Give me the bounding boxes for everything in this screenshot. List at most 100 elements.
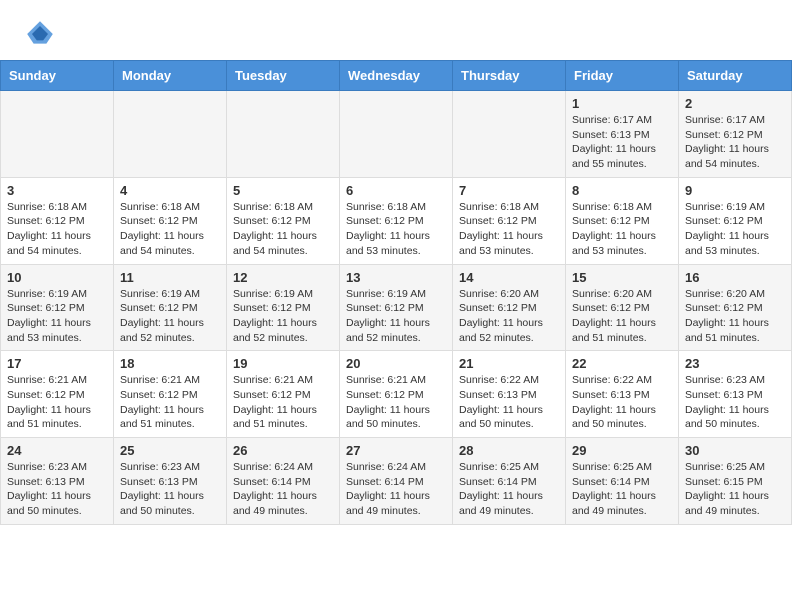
day-header-wednesday: Wednesday bbox=[340, 61, 453, 91]
day-info: Sunrise: 6:18 AM Sunset: 6:12 PM Dayligh… bbox=[572, 200, 672, 259]
calendar-cell: 10 Sunrise: 6:19 AM Sunset: 6:12 PM Dayli… bbox=[1, 264, 114, 351]
day-info: Sunrise: 6:21 AM Sunset: 6:12 PM Dayligh… bbox=[233, 373, 333, 432]
day-number: 27 bbox=[346, 443, 446, 458]
day-number: 13 bbox=[346, 270, 446, 285]
day-info: Sunrise: 6:19 AM Sunset: 6:12 PM Dayligh… bbox=[233, 287, 333, 346]
calendar-cell: 14 Sunrise: 6:20 AM Sunset: 6:12 PM Dayli… bbox=[453, 264, 566, 351]
day-info: Sunrise: 6:21 AM Sunset: 6:12 PM Dayligh… bbox=[7, 373, 107, 432]
day-info: Sunrise: 6:18 AM Sunset: 6:12 PM Dayligh… bbox=[459, 200, 559, 259]
day-header-sunday: Sunday bbox=[1, 61, 114, 91]
calendar-cell bbox=[114, 91, 227, 178]
calendar-cell: 21 Sunrise: 6:22 AM Sunset: 6:13 PM Dayli… bbox=[453, 351, 566, 438]
day-info: Sunrise: 6:24 AM Sunset: 6:14 PM Dayligh… bbox=[233, 460, 333, 519]
calendar-week-row: 10 Sunrise: 6:19 AM Sunset: 6:12 PM Dayli… bbox=[1, 264, 792, 351]
calendar-cell: 12 Sunrise: 6:19 AM Sunset: 6:12 PM Dayli… bbox=[227, 264, 340, 351]
day-header-thursday: Thursday bbox=[453, 61, 566, 91]
day-info: Sunrise: 6:21 AM Sunset: 6:12 PM Dayligh… bbox=[120, 373, 220, 432]
day-info: Sunrise: 6:22 AM Sunset: 6:13 PM Dayligh… bbox=[459, 373, 559, 432]
day-number: 3 bbox=[7, 183, 107, 198]
day-number: 20 bbox=[346, 356, 446, 371]
calendar-header-row: SundayMondayTuesdayWednesdayThursdayFrid… bbox=[1, 61, 792, 91]
calendar-cell: 26 Sunrise: 6:24 AM Sunset: 6:14 PM Dayli… bbox=[227, 438, 340, 525]
day-info: Sunrise: 6:20 AM Sunset: 6:12 PM Dayligh… bbox=[459, 287, 559, 346]
day-header-monday: Monday bbox=[114, 61, 227, 91]
calendar-cell: 24 Sunrise: 6:23 AM Sunset: 6:13 PM Dayli… bbox=[1, 438, 114, 525]
calendar-cell: 5 Sunrise: 6:18 AM Sunset: 6:12 PM Daylig… bbox=[227, 177, 340, 264]
day-info: Sunrise: 6:17 AM Sunset: 6:12 PM Dayligh… bbox=[685, 113, 785, 172]
calendar-table: SundayMondayTuesdayWednesdayThursdayFrid… bbox=[0, 60, 792, 525]
calendar-cell: 28 Sunrise: 6:25 AM Sunset: 6:14 PM Dayli… bbox=[453, 438, 566, 525]
day-number: 16 bbox=[685, 270, 785, 285]
day-number: 23 bbox=[685, 356, 785, 371]
day-info: Sunrise: 6:23 AM Sunset: 6:13 PM Dayligh… bbox=[7, 460, 107, 519]
day-number: 24 bbox=[7, 443, 107, 458]
calendar-cell: 29 Sunrise: 6:25 AM Sunset: 6:14 PM Dayli… bbox=[566, 438, 679, 525]
day-number: 21 bbox=[459, 356, 559, 371]
day-info: Sunrise: 6:19 AM Sunset: 6:12 PM Dayligh… bbox=[7, 287, 107, 346]
calendar-cell: 20 Sunrise: 6:21 AM Sunset: 6:12 PM Dayli… bbox=[340, 351, 453, 438]
day-number: 17 bbox=[7, 356, 107, 371]
day-header-friday: Friday bbox=[566, 61, 679, 91]
day-info: Sunrise: 6:22 AM Sunset: 6:13 PM Dayligh… bbox=[572, 373, 672, 432]
day-number: 29 bbox=[572, 443, 672, 458]
calendar-cell: 11Sunrise: 6:19 AM Sunset: 6:12 PM Dayli… bbox=[114, 264, 227, 351]
calendar-cell: 6 Sunrise: 6:18 AM Sunset: 6:12 PM Daylig… bbox=[340, 177, 453, 264]
calendar-cell: 9 Sunrise: 6:19 AM Sunset: 6:12 PM Daylig… bbox=[679, 177, 792, 264]
day-info: Sunrise: 6:18 AM Sunset: 6:12 PM Dayligh… bbox=[233, 200, 333, 259]
day-number: 14 bbox=[459, 270, 559, 285]
day-number: 28 bbox=[459, 443, 559, 458]
calendar-cell bbox=[453, 91, 566, 178]
calendar-cell: 30 Sunrise: 6:25 AM Sunset: 6:15 PM Dayli… bbox=[679, 438, 792, 525]
calendar-cell: 27Sunrise: 6:24 AM Sunset: 6:14 PM Dayli… bbox=[340, 438, 453, 525]
calendar-cell: 19 Sunrise: 6:21 AM Sunset: 6:12 PM Dayli… bbox=[227, 351, 340, 438]
day-number: 12 bbox=[233, 270, 333, 285]
day-number: 19 bbox=[233, 356, 333, 371]
day-info: Sunrise: 6:18 AM Sunset: 6:12 PM Dayligh… bbox=[120, 200, 220, 259]
day-info: Sunrise: 6:25 AM Sunset: 6:15 PM Dayligh… bbox=[685, 460, 785, 519]
day-number: 9 bbox=[685, 183, 785, 198]
day-info: Sunrise: 6:19 AM Sunset: 6:12 PM Dayligh… bbox=[346, 287, 446, 346]
day-info: Sunrise: 6:20 AM Sunset: 6:12 PM Dayligh… bbox=[685, 287, 785, 346]
day-number: 7 bbox=[459, 183, 559, 198]
calendar-cell: 2Sunrise: 6:17 AM Sunset: 6:12 PM Daylig… bbox=[679, 91, 792, 178]
calendar-cell bbox=[1, 91, 114, 178]
calendar-cell: 13 Sunrise: 6:19 AM Sunset: 6:12 PM Dayli… bbox=[340, 264, 453, 351]
calendar-week-row: 17 Sunrise: 6:21 AM Sunset: 6:12 PM Dayli… bbox=[1, 351, 792, 438]
day-info: Sunrise: 6:23 AM Sunset: 6:13 PM Dayligh… bbox=[685, 373, 785, 432]
calendar-cell: 23 Sunrise: 6:23 AM Sunset: 6:13 PM Dayli… bbox=[679, 351, 792, 438]
logo-icon bbox=[24, 18, 56, 50]
day-info: Sunrise: 6:25 AM Sunset: 6:14 PM Dayligh… bbox=[459, 460, 559, 519]
calendar-cell: 7 Sunrise: 6:18 AM Sunset: 6:12 PM Daylig… bbox=[453, 177, 566, 264]
day-number: 15 bbox=[572, 270, 672, 285]
day-number: 5 bbox=[233, 183, 333, 198]
calendar-week-row: 24 Sunrise: 6:23 AM Sunset: 6:13 PM Dayli… bbox=[1, 438, 792, 525]
calendar-week-row: 3 Sunrise: 6:18 AM Sunset: 6:12 PM Daylig… bbox=[1, 177, 792, 264]
calendar-cell: 17 Sunrise: 6:21 AM Sunset: 6:12 PM Dayli… bbox=[1, 351, 114, 438]
day-number: 25 bbox=[120, 443, 220, 458]
day-info: Sunrise: 6:18 AM Sunset: 6:12 PM Dayligh… bbox=[7, 200, 107, 259]
day-info: Sunrise: 6:23 AM Sunset: 6:13 PM Dayligh… bbox=[120, 460, 220, 519]
calendar-cell: 4 Sunrise: 6:18 AM Sunset: 6:12 PM Daylig… bbox=[114, 177, 227, 264]
day-number: 30 bbox=[685, 443, 785, 458]
calendar-cell: 25 Sunrise: 6:23 AM Sunset: 6:13 PM Dayli… bbox=[114, 438, 227, 525]
day-number: 6 bbox=[346, 183, 446, 198]
day-info: Sunrise: 6:18 AM Sunset: 6:12 PM Dayligh… bbox=[346, 200, 446, 259]
day-number: 18 bbox=[120, 356, 220, 371]
calendar-cell: 16 Sunrise: 6:20 AM Sunset: 6:12 PM Dayli… bbox=[679, 264, 792, 351]
day-number: 11 bbox=[120, 270, 220, 285]
calendar-cell: 18 Sunrise: 6:21 AM Sunset: 6:12 PM Dayli… bbox=[114, 351, 227, 438]
day-number: 1 bbox=[572, 96, 672, 111]
calendar-cell bbox=[227, 91, 340, 178]
calendar-week-row: 1 Sunrise: 6:17 AM Sunset: 6:13 PM Daylig… bbox=[1, 91, 792, 178]
day-info: Sunrise: 6:19 AM Sunset: 6:12 PM Dayligh… bbox=[685, 200, 785, 259]
day-info: Sunrise: 6:25 AM Sunset: 6:14 PM Dayligh… bbox=[572, 460, 672, 519]
calendar-cell: 3 Sunrise: 6:18 AM Sunset: 6:12 PM Daylig… bbox=[1, 177, 114, 264]
logo bbox=[24, 18, 60, 50]
day-info: Sunrise: 6:17 AM Sunset: 6:13 PM Dayligh… bbox=[572, 113, 672, 172]
day-number: 10 bbox=[7, 270, 107, 285]
day-header-saturday: Saturday bbox=[679, 61, 792, 91]
day-number: 26 bbox=[233, 443, 333, 458]
day-number: 4 bbox=[120, 183, 220, 198]
calendar-cell: 15Sunrise: 6:20 AM Sunset: 6:12 PM Dayli… bbox=[566, 264, 679, 351]
day-info: Sunrise: 6:21 AM Sunset: 6:12 PM Dayligh… bbox=[346, 373, 446, 432]
